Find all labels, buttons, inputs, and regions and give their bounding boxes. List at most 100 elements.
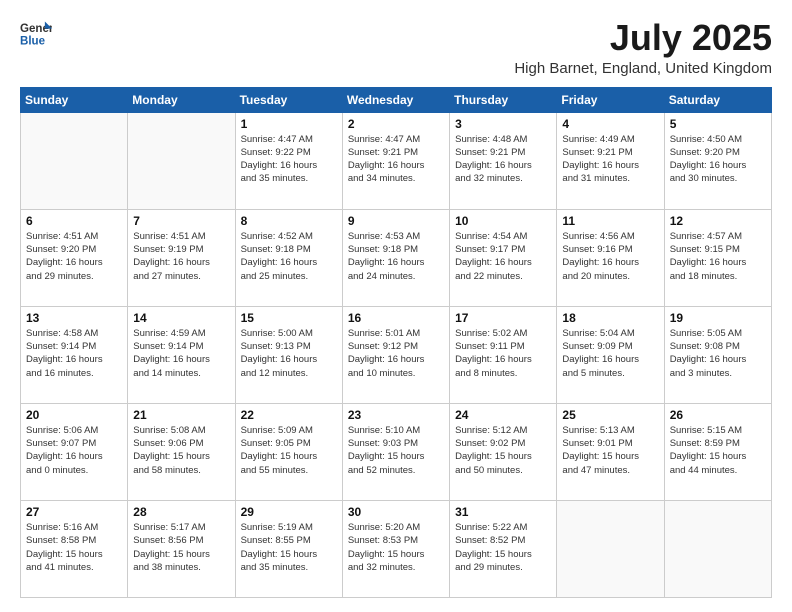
header-sunday: Sunday [21,87,128,112]
calendar-week-2: 6 Sunrise: 4:51 AM Sunset: 9:20 PM Daylig… [21,209,772,306]
day-number: 5 [670,117,766,131]
day-detail: Sunrise: 4:47 AM Sunset: 9:21 PM Dayligh… [348,133,444,186]
calendar-cell [21,112,128,209]
title-block: July 2025 High Barnet, England, United K… [514,18,772,77]
calendar-cell [664,500,771,597]
day-detail: Sunrise: 4:47 AM Sunset: 9:22 PM Dayligh… [241,133,337,186]
day-number: 17 [455,311,551,325]
calendar-cell: 4 Sunrise: 4:49 AM Sunset: 9:21 PM Daylig… [557,112,664,209]
calendar-cell: 7 Sunrise: 4:51 AM Sunset: 9:19 PM Daylig… [128,209,235,306]
header-wednesday: Wednesday [342,87,449,112]
calendar-cell: 13Sunrise: 4:58 AM Sunset: 9:14 PM Dayli… [21,306,128,403]
day-detail: Sunrise: 4:56 AM Sunset: 9:16 PM Dayligh… [562,230,658,283]
day-number: 12 [670,214,766,228]
day-number: 22 [241,408,337,422]
calendar-cell: 18 Sunrise: 5:04 AM Sunset: 9:09 PM Dayli… [557,306,664,403]
calendar-week-5: 27 Sunrise: 5:16 AM Sunset: 8:58 PM Dayli… [21,500,772,597]
day-detail: Sunrise: 4:50 AM Sunset: 9:20 PM Dayligh… [670,133,766,186]
day-number: 6 [26,214,122,228]
day-number: 1 [241,117,337,131]
day-number: 27 [26,505,122,519]
day-detail: Sunrise: 4:57 AM Sunset: 9:15 PM Dayligh… [670,230,766,283]
calendar-cell: 15 Sunrise: 5:00 AM Sunset: 9:13 PM Dayli… [235,306,342,403]
day-detail: Sunrise: 4:54 AM Sunset: 9:17 PM Dayligh… [455,230,551,283]
day-number: 14 [133,311,229,325]
header-monday: Monday [128,87,235,112]
calendar-week-1: 1 Sunrise: 4:47 AM Sunset: 9:22 PM Daylig… [21,112,772,209]
day-detail: Sunrise: 5:10 AM Sunset: 9:03 PM Dayligh… [348,424,444,477]
day-detail: Sunrise: 5:05 AM Sunset: 9:08 PM Dayligh… [670,327,766,380]
day-number: 23 [348,408,444,422]
day-detail: Sunrise: 5:00 AM Sunset: 9:13 PM Dayligh… [241,327,337,380]
day-detail: Sunrise: 5:17 AM Sunset: 8:56 PM Dayligh… [133,521,229,574]
day-number: 19 [670,311,766,325]
calendar-cell: 3 Sunrise: 4:48 AM Sunset: 9:21 PM Daylig… [450,112,557,209]
calendar-cell: 24 Sunrise: 5:12 AM Sunset: 9:02 PM Dayli… [450,403,557,500]
calendar-cell: 1 Sunrise: 4:47 AM Sunset: 9:22 PM Daylig… [235,112,342,209]
day-detail: Sunrise: 4:51 AM Sunset: 9:19 PM Dayligh… [133,230,229,283]
day-number: 8 [241,214,337,228]
calendar-cell [557,500,664,597]
day-number: 16 [348,311,444,325]
logo: General Blue [20,18,52,50]
day-detail: Sunrise: 4:58 AM Sunset: 9:14 PM Dayligh… [26,327,122,380]
calendar-cell: 30 Sunrise: 5:20 AM Sunset: 8:53 PM Dayli… [342,500,449,597]
day-detail: Sunrise: 4:53 AM Sunset: 9:18 PM Dayligh… [348,230,444,283]
calendar-cell: 14 Sunrise: 4:59 AM Sunset: 9:14 PM Dayli… [128,306,235,403]
calendar-cell: 17Sunrise: 5:02 AM Sunset: 9:11 PM Dayli… [450,306,557,403]
calendar-cell [128,112,235,209]
calendar-cell: 20Sunrise: 5:06 AM Sunset: 9:07 PM Dayli… [21,403,128,500]
day-detail: Sunrise: 5:04 AM Sunset: 9:09 PM Dayligh… [562,327,658,380]
day-detail: Sunrise: 5:20 AM Sunset: 8:53 PM Dayligh… [348,521,444,574]
day-number: 4 [562,117,658,131]
subtitle: High Barnet, England, United Kingdom [514,60,772,77]
calendar-cell: 23 Sunrise: 5:10 AM Sunset: 9:03 PM Dayli… [342,403,449,500]
calendar-week-4: 20Sunrise: 5:06 AM Sunset: 9:07 PM Dayli… [21,403,772,500]
calendar-cell: 9Sunrise: 4:53 AM Sunset: 9:18 PM Daylig… [342,209,449,306]
calendar-cell: 26 Sunrise: 5:15 AM Sunset: 8:59 PM Dayli… [664,403,771,500]
header-tuesday: Tuesday [235,87,342,112]
day-detail: Sunrise: 4:52 AM Sunset: 9:18 PM Dayligh… [241,230,337,283]
day-detail: Sunrise: 5:16 AM Sunset: 8:58 PM Dayligh… [26,521,122,574]
day-number: 10 [455,214,551,228]
calendar-cell: 6 Sunrise: 4:51 AM Sunset: 9:20 PM Daylig… [21,209,128,306]
day-number: 30 [348,505,444,519]
calendar-cell: 16 Sunrise: 5:01 AM Sunset: 9:12 PM Dayli… [342,306,449,403]
day-detail: Sunrise: 4:49 AM Sunset: 9:21 PM Dayligh… [562,133,658,186]
day-number: 20 [26,408,122,422]
day-number: 15 [241,311,337,325]
day-detail: Sunrise: 4:59 AM Sunset: 9:14 PM Dayligh… [133,327,229,380]
weekday-header-row: Sunday Monday Tuesday Wednesday Thursday… [21,87,772,112]
calendar-cell: 12 Sunrise: 4:57 AM Sunset: 9:15 PM Dayli… [664,209,771,306]
day-number: 11 [562,214,658,228]
day-number: 21 [133,408,229,422]
day-detail: Sunrise: 5:12 AM Sunset: 9:02 PM Dayligh… [455,424,551,477]
calendar-cell: 28Sunrise: 5:17 AM Sunset: 8:56 PM Dayli… [128,500,235,597]
day-number: 24 [455,408,551,422]
day-detail: Sunrise: 4:48 AM Sunset: 9:21 PM Dayligh… [455,133,551,186]
calendar-cell: 19 Sunrise: 5:05 AM Sunset: 9:08 PM Dayli… [664,306,771,403]
calendar-cell: 5 Sunrise: 4:50 AM Sunset: 9:20 PM Daylig… [664,112,771,209]
day-detail: Sunrise: 4:51 AM Sunset: 9:20 PM Dayligh… [26,230,122,283]
day-detail: Sunrise: 5:13 AM Sunset: 9:01 PM Dayligh… [562,424,658,477]
day-detail: Sunrise: 5:22 AM Sunset: 8:52 PM Dayligh… [455,521,551,574]
header-thursday: Thursday [450,87,557,112]
day-number: 26 [670,408,766,422]
calendar-table: Sunday Monday Tuesday Wednesday Thursday… [20,87,772,598]
day-detail: Sunrise: 5:01 AM Sunset: 9:12 PM Dayligh… [348,327,444,380]
day-detail: Sunrise: 5:15 AM Sunset: 8:59 PM Dayligh… [670,424,766,477]
day-number: 18 [562,311,658,325]
day-number: 3 [455,117,551,131]
calendar-cell: 8 Sunrise: 4:52 AM Sunset: 9:18 PM Daylig… [235,209,342,306]
main-title: July 2025 [514,18,772,58]
calendar-cell: 31Sunrise: 5:22 AM Sunset: 8:52 PM Dayli… [450,500,557,597]
header-saturday: Saturday [664,87,771,112]
calendar-week-3: 13Sunrise: 4:58 AM Sunset: 9:14 PM Dayli… [21,306,772,403]
calendar-cell: 29Sunrise: 5:19 AM Sunset: 8:55 PM Dayli… [235,500,342,597]
day-number: 7 [133,214,229,228]
day-number: 29 [241,505,337,519]
calendar-cell: 10 Sunrise: 4:54 AM Sunset: 9:17 PM Dayli… [450,209,557,306]
logo-icon: General Blue [20,18,52,50]
day-detail: Sunrise: 5:09 AM Sunset: 9:05 PM Dayligh… [241,424,337,477]
day-detail: Sunrise: 5:08 AM Sunset: 9:06 PM Dayligh… [133,424,229,477]
